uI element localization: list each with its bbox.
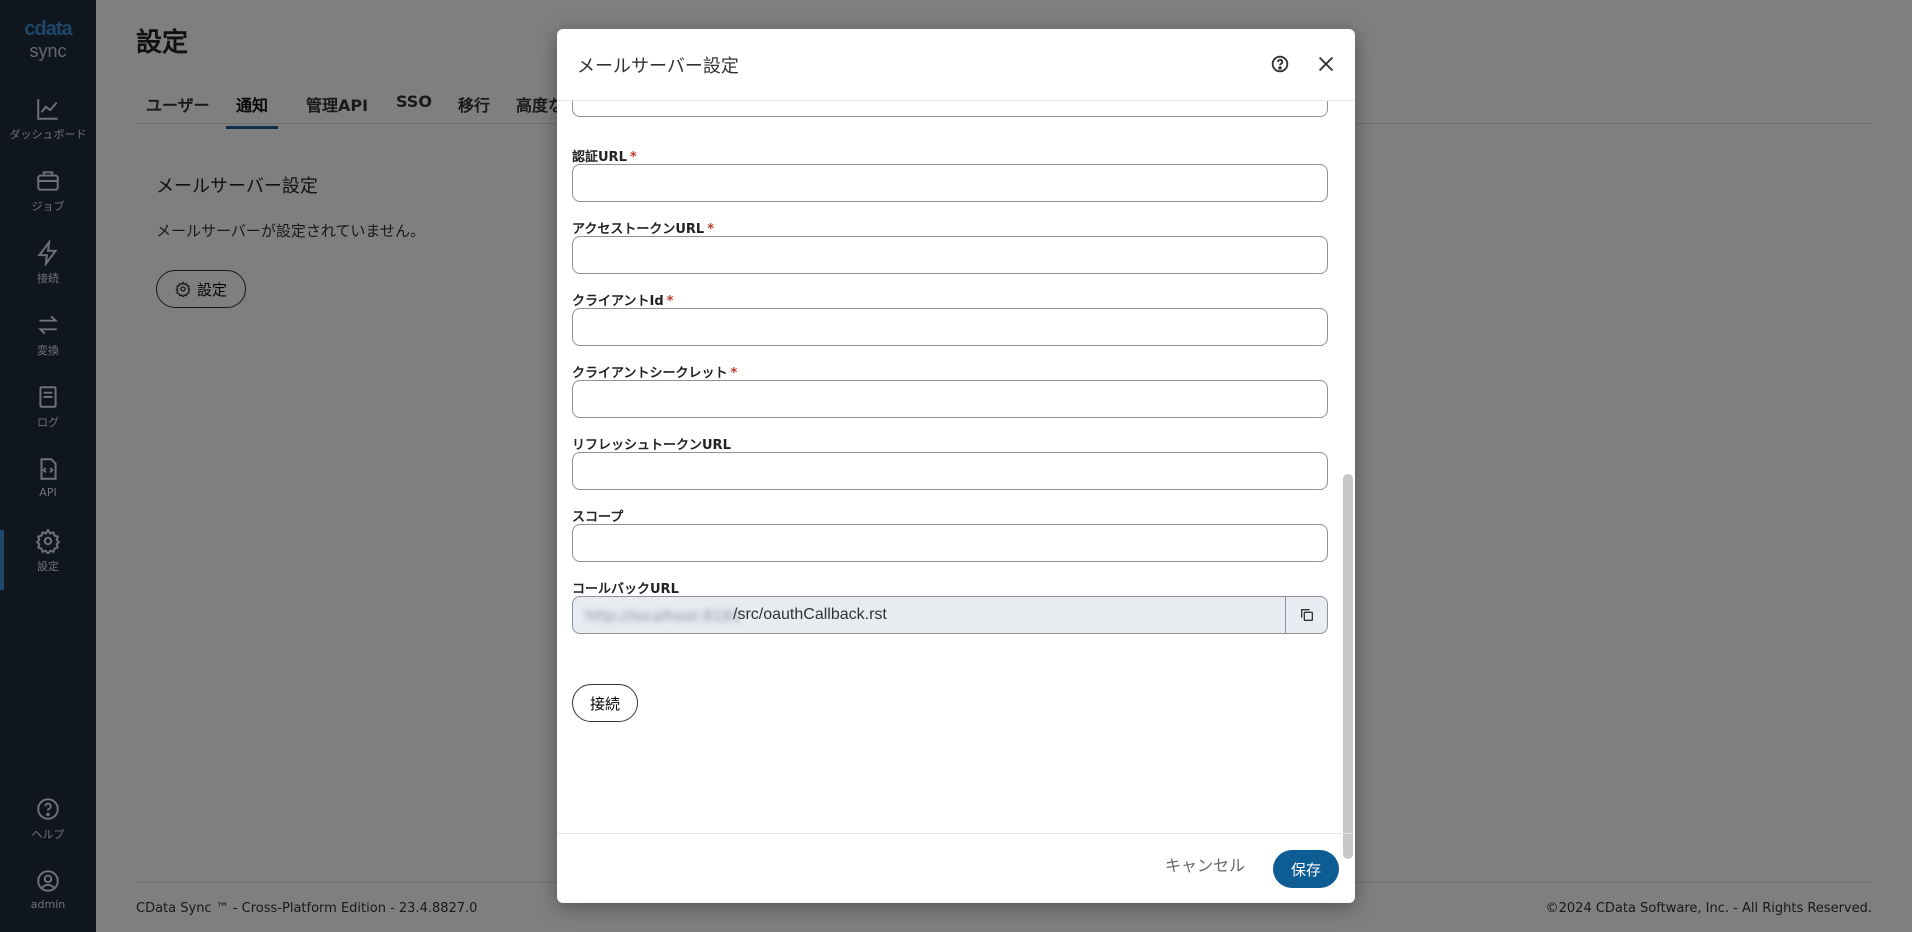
auth-url-label: 認証URL *	[572, 150, 637, 165]
refresh-token-url-label: リフレッシュトークンURL	[572, 438, 731, 453]
scope-label: スコープ	[572, 510, 624, 525]
client-id-input[interactable]	[572, 308, 1328, 346]
client-id-label: クライアントId *	[572, 294, 674, 309]
access-token-url-input[interactable]	[572, 236, 1328, 274]
access-token-url-label: アクセストークンURL *	[572, 222, 715, 237]
cancel-button[interactable]: キャンセル	[1165, 852, 1245, 876]
callback-url-host: http://localhost:8181	[585, 607, 742, 625]
modal-footer: キャンセル 保存	[557, 833, 1355, 903]
previous-field-input[interactable]	[572, 101, 1328, 117]
scope-input[interactable]	[572, 524, 1328, 562]
client-secret-input[interactable]	[572, 380, 1328, 418]
auth-url-input[interactable]	[572, 164, 1328, 202]
modal-title: メールサーバー設定	[577, 56, 739, 77]
modal-body: 認証URL * アクセストークンURL * クライアントId * クライアントシークレ…	[557, 101, 1355, 861]
refresh-token-url-input[interactable]	[572, 452, 1328, 490]
callback-url-label: コールバックURL	[572, 582, 679, 597]
callback-url-field: http://localhost:8181 /src/oauthCallback…	[572, 596, 1328, 634]
client-secret-label: クライアントシークレット *	[572, 366, 738, 381]
copy-button[interactable]	[1285, 597, 1327, 633]
save-button[interactable]: 保存	[1273, 850, 1339, 888]
callback-url-path: /src/oauthCallback.rst	[733, 606, 887, 623]
mail-server-settings-modal: メールサーバー設定 認証URL * アクセストークンURL * クライアントId * …	[557, 29, 1355, 903]
connect-button[interactable]: 接続	[572, 684, 638, 722]
modal-scrollbar[interactable]	[1343, 474, 1353, 859]
copy-icon	[1300, 609, 1313, 621]
help-icon[interactable]	[1269, 53, 1291, 75]
modal-header: メールサーバー設定	[557, 29, 1355, 101]
close-icon[interactable]	[1315, 53, 1337, 75]
